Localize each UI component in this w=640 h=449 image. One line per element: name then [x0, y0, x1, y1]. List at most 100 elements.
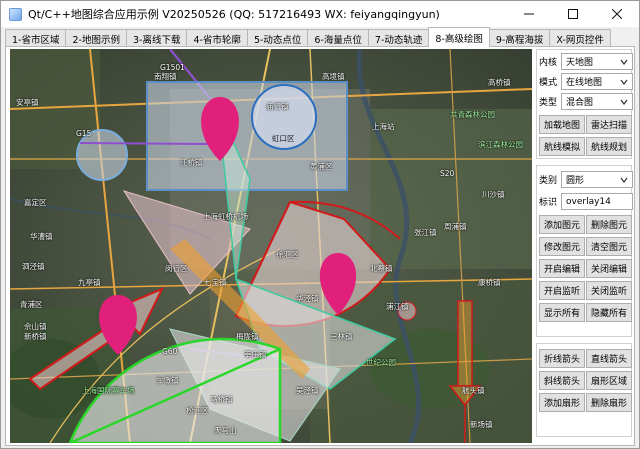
line-arrow-button[interactable]: 直线箭头 [586, 349, 632, 368]
route-plan-button[interactable]: 航线规划 [586, 137, 632, 156]
map-label: 佘山镇 [24, 322, 47, 331]
map-label: 川沙镇 [482, 190, 505, 199]
chevron-down-icon [620, 177, 628, 183]
tab-5[interactable]: 5-动态点位 [246, 29, 309, 47]
map-label: 北蔡镇 [370, 264, 393, 273]
map-label: 滨江森林公园 [478, 140, 523, 149]
tab-bar: 1-省市区域 2-地图示例 3-离线下载 4-省市轮廓 5-动态点位 6-海量点位 7-动态… [5, 27, 611, 47]
map-label: 九亭镇 [78, 278, 101, 287]
mode-select-value: 在线地图 [566, 78, 603, 88]
load-map-button[interactable]: 加载地图 [539, 115, 585, 134]
add-sector-button[interactable]: 添加扇形 [539, 393, 585, 412]
chevron-down-icon [620, 99, 628, 105]
minimize-button[interactable] [507, 1, 551, 27]
modify-shape-button[interactable]: 修改图元 [539, 237, 585, 256]
map-label: 庙行镇 [266, 102, 289, 111]
hide-all-button[interactable]: 隐藏所有 [586, 303, 632, 322]
tab-7[interactable]: 7-动态轨迹 [367, 29, 430, 47]
tab-9[interactable]: 9-高程海拔 [488, 29, 551, 47]
delete-sector-button[interactable]: 删除扇形 [586, 393, 632, 412]
polyline-arrow-button[interactable]: 折线箭头 [539, 349, 585, 368]
map-label: G1501 [160, 63, 185, 72]
map-label: 新场镇 [470, 420, 493, 429]
map-label: 青浦区 [20, 300, 43, 309]
map-label: 周浦镇 [444, 222, 467, 231]
close-listen-button[interactable]: 关闭监听 [586, 281, 632, 300]
map-label: 马桥镇 [210, 395, 233, 404]
slant-arrow-button[interactable]: 斜线箭头 [539, 371, 585, 390]
map-label: 华漕镇 [30, 232, 53, 241]
tab-pane-advanced-drawing: 安亭镇 南翔镇 江桥镇 嘉定区 华漕镇 上海虹桥机场 虹口区 黄浦区 徐汇区 闵行区 七宝镇 华泾镇莘… [5, 46, 635, 446]
tab-6[interactable]: 6-海量点位 [307, 29, 369, 47]
map-label: S20 [440, 169, 455, 178]
map-label: 泗泾镇 [22, 262, 45, 271]
kernel-select-value: 天地图 [566, 58, 594, 68]
delete-shape-button[interactable]: 删除图元 [586, 215, 632, 234]
add-shape-button[interactable]: 添加图元 [539, 215, 585, 234]
category-select-value: 圆形 [566, 176, 585, 186]
category-select[interactable]: 圆形 [561, 171, 633, 188]
map-label: 康桥镇 [478, 278, 501, 287]
map-label: 江桥镇 [180, 158, 203, 167]
map-label: 华泾镇 [296, 294, 319, 303]
map-label: 车墩镇 [156, 376, 179, 385]
sector-area-button[interactable]: 扇形区域 [586, 371, 632, 390]
tab-3[interactable]: 3-离线下载 [125, 29, 188, 47]
app-window: Qt/C++地图综合应用示例 V20250526 (QQ: 517216493 … [0, 0, 640, 449]
control-panel: 内核 天地图 模式 在线地图 类型 混合图 加载地图 雷达扫描 航线模拟 航线规… [536, 49, 633, 443]
open-edit-button[interactable]: 开启编辑 [539, 259, 585, 278]
map-label: 虹口区 [272, 134, 295, 143]
app-icon [9, 7, 22, 21]
tab-1[interactable]: 1-省市区域 [5, 29, 67, 47]
tab-8[interactable]: 8-高级绘图 [428, 27, 490, 47]
map-label: 南翔镇 [154, 72, 177, 81]
id-input[interactable]: overlay14 [561, 193, 633, 210]
clear-shape-button[interactable]: 清空图元 [586, 237, 632, 256]
map-label: 上海国际赛车场 [82, 386, 135, 395]
close-button[interactable] [595, 1, 639, 27]
map-label: 梅陇镇 [236, 332, 259, 341]
map-label: 安亭镇 [16, 98, 39, 107]
map-view[interactable]: 安亭镇 南翔镇 江桥镇 嘉定区 华漕镇 上海虹桥机场 虹口区 黄浦区 徐汇区 闵行区 七宝镇 华泾镇莘… [10, 49, 532, 443]
tab-4[interactable]: 4-省市轮廓 [186, 29, 248, 47]
window-title: Qt/C++地图综合应用示例 V20250526 (QQ: 517216493 … [28, 8, 440, 21]
mode-label: 模式 [539, 78, 558, 88]
map-label: 三林镇 [330, 332, 353, 341]
map-label: 高境镇 [322, 72, 345, 81]
map-label: 共青森林公园 [450, 110, 495, 119]
type-select-value: 混合图 [566, 98, 594, 108]
map-label: 松江区 [186, 406, 209, 415]
id-label: 标识 [539, 198, 558, 208]
maximize-icon [568, 9, 578, 19]
kernel-label: 内核 [539, 58, 558, 68]
map-label: 新桥镇 [24, 332, 47, 341]
category-label: 类别 [539, 176, 558, 186]
map-label: G15 [76, 129, 92, 138]
type-select[interactable]: 混合图 [561, 93, 633, 110]
close-icon [612, 9, 622, 19]
map-label: 莘庄镇 [244, 350, 267, 359]
open-listen-button[interactable]: 开启监听 [539, 281, 585, 300]
title-bar[interactable]: Qt/C++地图综合应用示例 V20250526 (QQ: 517216493 … [1, 1, 639, 27]
map-label: 高桥镇 [488, 78, 511, 87]
map-label: 张江镇 [414, 228, 437, 237]
tab-2[interactable]: 2-地图示例 [65, 29, 127, 47]
show-all-button[interactable]: 显示所有 [539, 303, 585, 322]
type-label: 类型 [539, 98, 558, 108]
map-label: 天马山 [214, 426, 237, 435]
maximize-button[interactable] [551, 1, 595, 27]
map-label: 吴泾镇 [296, 386, 319, 395]
route-sim-button[interactable]: 航线模拟 [539, 137, 585, 156]
map-label: 上海虹桥机场 [203, 212, 248, 221]
tab-10[interactable]: X-网页控件 [549, 29, 611, 47]
map-label: 闵行区 [165, 264, 188, 273]
close-edit-button[interactable]: 关闭编辑 [586, 259, 632, 278]
radar-scan-button[interactable]: 雷达扫描 [586, 115, 632, 134]
minimize-icon [524, 13, 534, 15]
kernel-select[interactable]: 天地图 [561, 53, 633, 70]
map-label: 航头镇 [462, 386, 485, 395]
mode-select[interactable]: 在线地图 [561, 73, 633, 90]
map-label: 徐汇区 [276, 250, 299, 259]
map-label: 上海站 [372, 122, 395, 131]
map-label: 嘉定区 [24, 198, 47, 207]
